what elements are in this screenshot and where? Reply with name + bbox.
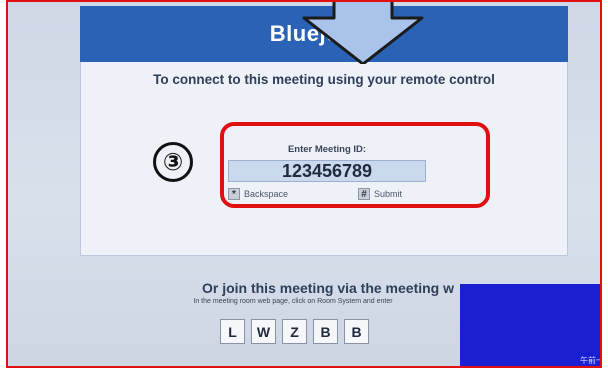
overlay-corner-text: 午前一 [580, 356, 602, 365]
room-code-letter: B [313, 319, 338, 344]
room-code-letter: B [344, 319, 369, 344]
dialog-subtitle: To connect to this meeting using your re… [153, 72, 495, 87]
join-title: Or join this meeting via the meeting w [201, 280, 455, 296]
room-code-letter: Z [282, 319, 307, 344]
join-instructions: In the meeting room web page, click on R… [193, 298, 393, 305]
room-code-letter: L [220, 319, 245, 344]
room-code-letter: W [251, 319, 276, 344]
tv-screen: Bluejeans To connect to this meeting usi… [8, 2, 600, 366]
blue-overlay-panel: 午前一 [460, 284, 602, 366]
down-arrow-icon [302, 2, 424, 64]
step-number-badge: ③ [153, 142, 193, 182]
room-code-letters: L W Z B B [220, 319, 369, 344]
highlight-box [220, 122, 490, 208]
screenshot-frame: Bluejeans To connect to this meeting usi… [6, 0, 602, 368]
